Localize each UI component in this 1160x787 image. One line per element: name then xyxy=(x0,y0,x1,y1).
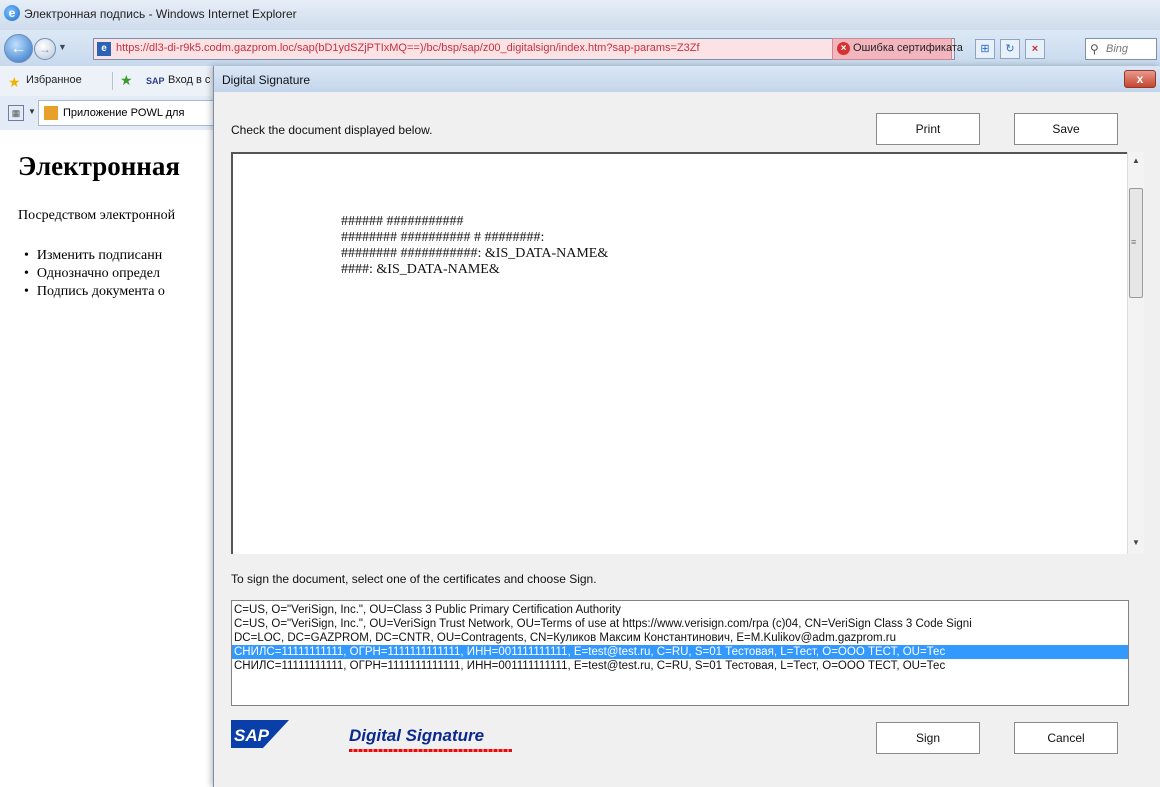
address-bar[interactable]: e https://dl3-di-r9k5.codm.gazprom.loc/s… xyxy=(93,38,955,60)
document-line: ###### ########### xyxy=(341,214,464,229)
divider xyxy=(112,72,113,90)
certificate-item[interactable]: DC=LOC, DC=GAZPROM, DC=CNTR, OU=Contrage… xyxy=(232,631,1128,645)
error-icon: × xyxy=(837,42,850,55)
sap-logo-text: SAP xyxy=(234,726,270,745)
certificate-item[interactable]: C=US, O="VeriSign, Inc.", OU=VeriSign Tr… xyxy=(232,617,1128,631)
cancel-button[interactable]: Cancel xyxy=(1014,722,1118,754)
forward-button[interactable]: → xyxy=(34,38,56,60)
url-text[interactable]: https://dl3-di-r9k5.codm.gazprom.loc/sap… xyxy=(116,42,916,54)
document-content: ###### ########### ######## ########## #… xyxy=(341,214,608,278)
digital-signature-dialog: Digital Signature x Check the document d… xyxy=(213,66,1160,787)
certificate-item[interactable]: C=US, O="VeriSign, Inc.", OU=Class 3 Pub… xyxy=(232,603,1128,617)
sap-logo: SAP xyxy=(231,720,289,748)
search-icon: ⚲ xyxy=(1090,42,1099,56)
dialog-title-bar[interactable]: Digital Signature x xyxy=(214,66,1160,92)
page-bullet-list: Изменить подписанн Однозначно определ По… xyxy=(37,248,165,302)
document-scrollbar[interactable]: ▲ ≡ ▼ xyxy=(1127,152,1144,554)
sign-button[interactable]: Sign xyxy=(876,722,980,754)
back-button[interactable]: ← xyxy=(4,34,33,63)
address-row: ← → ▼ e https://dl3-di-r9k5.codm.gazprom… xyxy=(0,30,1160,66)
certificate-error-label: Ошибка сертификата xyxy=(853,42,963,54)
page-favicon-icon: e xyxy=(97,42,111,56)
page-intro-text: Посредством электронной xyxy=(18,208,176,223)
favorites-button[interactable]: Избранное xyxy=(26,74,82,86)
history-dropdown-icon[interactable]: ▼ xyxy=(58,42,67,52)
list-item: Однозначно определ xyxy=(37,266,165,284)
digital-signature-brand: Digital Signature xyxy=(349,726,485,745)
add-favorite-icon[interactable]: ★ xyxy=(120,72,133,89)
certificate-list[interactable]: C=US, O="VeriSign, Inc.", OU=Class 3 Pub… xyxy=(231,600,1129,706)
certificate-item-selected[interactable]: СНИЛС=11111111111, ОГРН=1111111111111, И… xyxy=(232,645,1128,659)
favorites-star-icon[interactable]: ★ xyxy=(8,74,21,91)
document-line: ####: &IS_DATA-NAME& xyxy=(341,262,500,277)
compatibility-view-icon[interactable]: ⊞ xyxy=(975,39,995,59)
list-item: Изменить подписанн xyxy=(37,248,165,266)
favorite-link[interactable]: Вход в с xyxy=(168,74,210,86)
certificate-error-button[interactable]: × Ошибка сертификата xyxy=(832,38,963,60)
refresh-icon[interactable]: ↻ xyxy=(1000,39,1020,59)
document-preview[interactable]: ###### ########### ######## ########## #… xyxy=(231,152,1127,554)
scroll-up-icon[interactable]: ▲ xyxy=(1132,156,1140,165)
stop-icon[interactable]: × xyxy=(1025,39,1045,59)
ie-logo-icon: e xyxy=(4,5,20,21)
check-document-label: Check the document displayed below. xyxy=(231,123,433,137)
tab-powl[interactable]: Приложение POWL для xyxy=(38,100,228,126)
browser-title-bar: e Электронная подпись - Windows Internet… xyxy=(0,0,1160,30)
quick-tabs-icon[interactable]: ▦ xyxy=(8,105,24,121)
document-line: ######## ###########: &IS_DATA-NAME& xyxy=(341,246,609,261)
tab-favicon-icon xyxy=(44,106,58,120)
scroll-grip-icon: ≡ xyxy=(1131,237,1137,247)
sap-favicon-icon: SAP xyxy=(146,76,165,86)
scroll-down-icon[interactable]: ▼ xyxy=(1132,538,1140,547)
tab-title: Приложение POWL для xyxy=(63,107,185,119)
close-button[interactable]: x xyxy=(1124,70,1156,88)
window-title: Электронная подпись - Windows Internet E… xyxy=(24,7,297,21)
search-placeholder: Bing xyxy=(1106,43,1129,55)
print-button[interactable]: Print xyxy=(876,113,980,145)
page-title: Электронная xyxy=(18,151,180,181)
search-input[interactable]: ⚲ Bing xyxy=(1085,38,1157,60)
save-button[interactable]: Save xyxy=(1014,113,1118,145)
tab-list-dropdown-icon[interactable]: ▼ xyxy=(28,107,36,116)
dialog-title: Digital Signature xyxy=(222,73,311,87)
certificate-item[interactable]: СНИЛС=11111111111, ОГРН=1111111111111, И… xyxy=(232,659,1128,673)
brand-underline xyxy=(349,749,512,752)
list-item: Подпись документа о xyxy=(37,284,165,302)
sign-instruction: To sign the document, select one of the … xyxy=(231,572,597,586)
document-line: ######## ########## # ########: xyxy=(341,230,545,245)
